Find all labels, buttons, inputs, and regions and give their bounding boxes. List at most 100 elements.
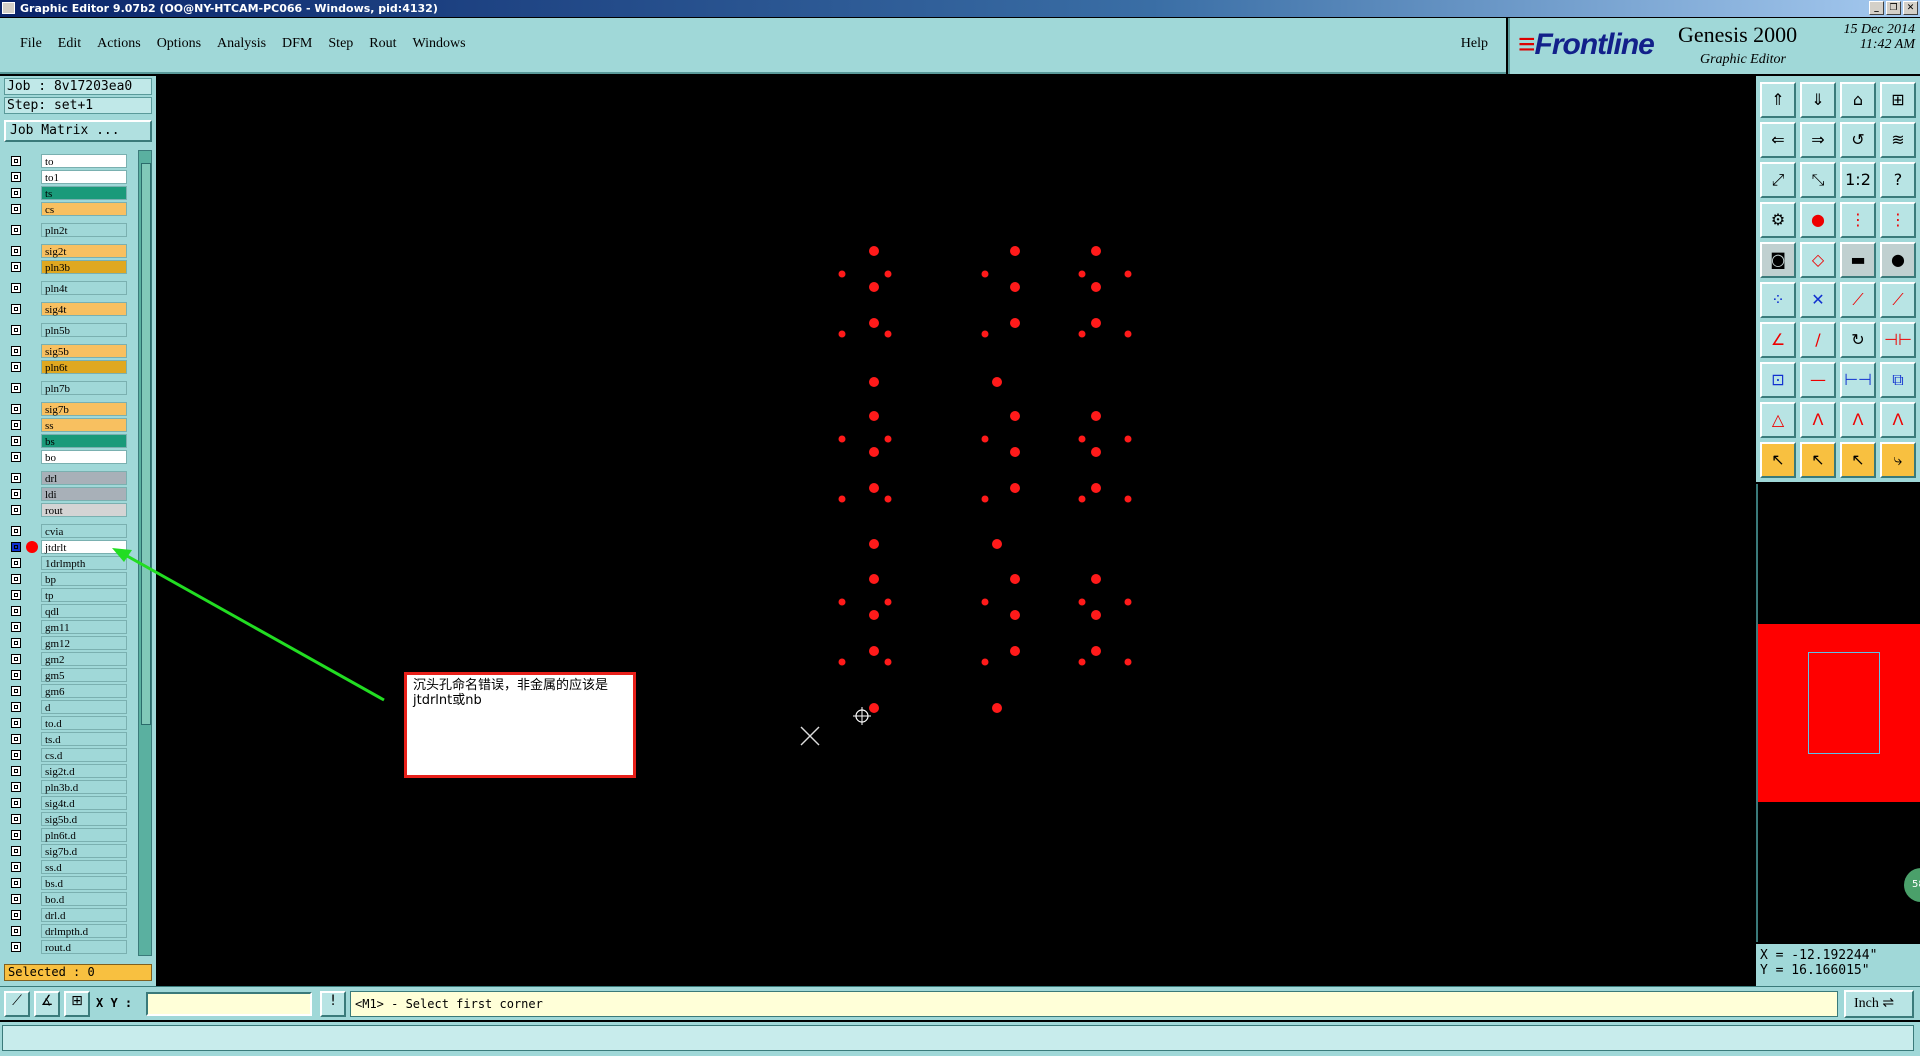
layer-row-ldi[interactable]: ldi: [4, 487, 134, 501]
layer-row-ts.d[interactable]: ts.d: [4, 732, 134, 746]
layer-name[interactable]: drlmpth.d: [41, 924, 127, 938]
layer-checkbox[interactable]: [11, 473, 21, 483]
layer-row-gm12[interactable]: gm12: [4, 636, 134, 650]
zoom-home-icon[interactable]: ⇑: [1760, 82, 1796, 118]
layer-name[interactable]: 1drlmpth: [41, 556, 127, 570]
cross-icon[interactable]: ✕: [1800, 282, 1836, 318]
drill-pad[interactable]: [1124, 495, 1132, 503]
drill-pad[interactable]: [1091, 574, 1101, 584]
drill-pad[interactable]: [1010, 447, 1020, 457]
layer-name[interactable]: gm12: [41, 636, 127, 650]
drill-pad[interactable]: [1091, 483, 1101, 493]
drill-pad[interactable]: [838, 598, 846, 606]
drill-pad[interactable]: [869, 574, 879, 584]
drill-pad[interactable]: [1124, 270, 1132, 278]
layer-checkbox[interactable]: [11, 156, 21, 166]
layer-name[interactable]: sig2t: [41, 244, 127, 258]
layer-row-bs.d[interactable]: bs.d: [4, 876, 134, 890]
layer-name[interactable]: pln2t: [41, 223, 127, 237]
drill-pad[interactable]: [1078, 598, 1086, 606]
layer-checkbox[interactable]: [11, 346, 21, 356]
layer-name[interactable]: pln6t: [41, 360, 127, 374]
navigator-panel[interactable]: 58: [1756, 484, 1920, 942]
layer-name[interactable]: sig4t.d: [41, 796, 127, 810]
layer-row-d[interactable]: d: [4, 700, 134, 714]
layer-checkbox[interactable]: [11, 702, 21, 712]
layer-checkbox[interactable]: [11, 910, 21, 920]
layer-row-sig5b.d[interactable]: sig5b.d: [4, 812, 134, 826]
layer-checkbox[interactable]: [11, 204, 21, 214]
layer-checkbox[interactable]: [11, 542, 21, 552]
layer-name[interactable]: pln3b.d: [41, 780, 127, 794]
rotate-icon[interactable]: ↻: [1840, 322, 1876, 358]
layer-row-drlmpth.d[interactable]: drlmpth.d: [4, 924, 134, 938]
graphic-canvas[interactable]: [156, 76, 1756, 986]
layer-row-sig7b.d[interactable]: sig7b.d: [4, 844, 134, 858]
menu-analysis[interactable]: Analysis: [209, 36, 274, 52]
layer-checkbox[interactable]: [11, 590, 21, 600]
snap-mode-icon[interactable]: ⟋: [4, 991, 30, 1017]
layer-scroll-thumb[interactable]: [141, 163, 151, 725]
layer-name[interactable]: cs: [41, 202, 127, 216]
layer-row-drl.d[interactable]: drl.d: [4, 908, 134, 922]
drill-pad[interactable]: [1078, 330, 1086, 338]
drill-pad[interactable]: [838, 330, 846, 338]
grid-icon[interactable]: ⊞: [1880, 82, 1916, 118]
layer-name[interactable]: sig2t.d: [41, 764, 127, 778]
drill-pad[interactable]: [869, 539, 879, 549]
drill-pad[interactable]: [1091, 246, 1101, 256]
layer-checkbox[interactable]: [11, 246, 21, 256]
drill-pad[interactable]: [981, 330, 989, 338]
layer-checkbox[interactable]: [11, 942, 21, 952]
drill-pad[interactable]: [838, 435, 846, 443]
drill-pad[interactable]: [981, 598, 989, 606]
split-icon[interactable]: —: [1800, 362, 1836, 398]
layer-checkbox[interactable]: [11, 362, 21, 372]
select-box-icon[interactable]: ↖: [1800, 442, 1836, 478]
layer-checkbox[interactable]: [11, 830, 21, 840]
layer-checkbox[interactable]: [11, 814, 21, 824]
drill-pad[interactable]: [1124, 330, 1132, 338]
layer-row-sig4t[interactable]: sig4t: [4, 302, 134, 316]
layer-checkbox[interactable]: [11, 670, 21, 680]
layer-name[interactable]: sig7b: [41, 402, 127, 416]
job-matrix-button[interactable]: Job Matrix ...: [4, 120, 152, 142]
drill-pad[interactable]: [869, 411, 879, 421]
layer-name[interactable]: bp: [41, 572, 127, 586]
close-button[interactable]: ✕: [1903, 1, 1918, 15]
layer-row-ss[interactable]: ss: [4, 418, 134, 432]
drill-pad[interactable]: [992, 539, 1002, 549]
layer-row-cs[interactable]: cs: [4, 202, 134, 216]
drill-pad[interactable]: [981, 270, 989, 278]
drill-pad[interactable]: [1091, 646, 1101, 656]
line-point-icon[interactable]: ⟋: [1840, 282, 1876, 318]
drill-pad[interactable]: [1010, 646, 1020, 656]
layer-checkbox[interactable]: [11, 878, 21, 888]
drill-pad[interactable]: [1010, 246, 1020, 256]
drill-pad[interactable]: [869, 318, 879, 328]
drill-pad[interactable]: [1124, 658, 1132, 666]
layer-row-gm5[interactable]: gm5: [4, 668, 134, 682]
diagonal-icon[interactable]: /: [1800, 322, 1836, 358]
layer-row-sig2t.d[interactable]: sig2t.d: [4, 764, 134, 778]
layer-row-bo[interactable]: bo: [4, 450, 134, 464]
layer-name[interactable]: bo: [41, 450, 127, 464]
fit-vertical-icon[interactable]: ⤡: [1800, 162, 1836, 198]
layer-name[interactable]: gm11: [41, 620, 127, 634]
layer-name[interactable]: bs: [41, 434, 127, 448]
grid-snap-icon[interactable]: ⊞: [64, 991, 90, 1017]
layer-row-cs.d[interactable]: cs.d: [4, 748, 134, 762]
layer-row-qdl[interactable]: qdl: [4, 604, 134, 618]
drill-pad[interactable]: [1010, 483, 1020, 493]
drill-pad[interactable]: [869, 377, 879, 387]
layer-checkbox[interactable]: [11, 862, 21, 872]
layer-name[interactable]: ts.d: [41, 732, 127, 746]
layer-checkbox[interactable]: [11, 894, 21, 904]
layer-name[interactable]: pln6t.d: [41, 828, 127, 842]
dimension-icon[interactable]: ⊢⊣: [1840, 362, 1876, 398]
layer-name[interactable]: ss: [41, 418, 127, 432]
layer-row-bo.d[interactable]: bo.d: [4, 892, 134, 906]
layer-name[interactable]: bs.d: [41, 876, 127, 890]
drill-pad[interactable]: [869, 646, 879, 656]
measure-point-icon[interactable]: ●: [1800, 202, 1836, 238]
